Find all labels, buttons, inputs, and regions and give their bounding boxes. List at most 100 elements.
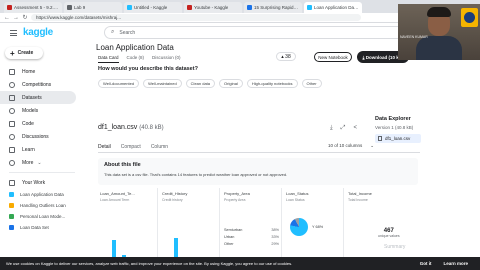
back-icon[interactable]: ←	[4, 15, 10, 21]
forward-icon[interactable]: →	[13, 15, 19, 21]
menu-icon[interactable]	[10, 30, 17, 36]
discussion-icon	[9, 133, 15, 140]
your-work-icon	[9, 179, 15, 186]
search-icon: ⌕	[111, 29, 115, 35]
browser-tab[interactable]: Assessment 5 - 9.2.2 Laboratorio	[4, 2, 62, 13]
tab-title: 15 Surprising Rapid Motor Cars	[254, 5, 299, 10]
tab-favicon-icon	[7, 5, 12, 10]
search-input[interactable]: ⌕ Search	[104, 26, 410, 39]
expand-icon[interactable]: ⤢	[341, 125, 346, 132]
explorer-title: Data Explorer	[375, 116, 411, 122]
tab-code[interactable]: Code (8)	[127, 55, 145, 63]
vote-control[interactable]: ▴ 38	[276, 52, 296, 61]
category-name: Semiurban	[224, 228, 243, 232]
column-name: Loan_Amount_Te...	[100, 191, 135, 196]
learn-icon	[9, 146, 15, 153]
sidebar-item-label: Models	[22, 107, 39, 114]
sidebar-item-label: Your Work	[22, 179, 46, 186]
explorer-file-item[interactable]: df1_loan.csv	[375, 134, 421, 143]
tab-discussion[interactable]: Discussion (0)	[152, 55, 181, 63]
webcam-caption: NAVEEN KUMAR	[400, 35, 428, 39]
browser-tab[interactable]: Untitled - Kaggle	[124, 2, 182, 13]
table-icon	[9, 94, 15, 101]
trophy-icon	[9, 81, 15, 88]
feedback-chip[interactable]: Well-maintained	[143, 79, 182, 88]
recent-item-icon	[9, 225, 14, 230]
tab-title: Assessment 5 - 9.2.2 Laboratorio	[14, 5, 59, 10]
feedback-chips: Well-documented Well-maintained Clean data…	[98, 79, 326, 88]
tab-data[interactable]: Data Card	[98, 55, 119, 63]
column-selector[interactable]: 10 of 10 columns ⌄	[320, 143, 374, 149]
tab-favicon-icon	[67, 5, 72, 10]
sidebar-item-competitions[interactable]: Competitions	[0, 78, 80, 91]
sidebar-item-label: Learn	[22, 146, 35, 153]
tab-favicon-icon	[307, 5, 312, 10]
sidebar-item-datasets[interactable]: Datasets	[0, 91, 76, 104]
collapse-icon[interactable]: <	[353, 125, 357, 132]
browser-tab[interactable]: Youtube - Kaggle	[184, 2, 242, 13]
sidebar-item-home[interactable]: Home	[0, 65, 80, 78]
url-field[interactable]: https://www.kaggle.com/datasets/mishraj.…	[31, 14, 361, 21]
recent-item-label: Personal Loan Mode...	[20, 214, 66, 219]
chevron-down-icon: ⌄	[370, 143, 375, 148]
sidebar-item-your-work[interactable]: Your Work	[0, 176, 80, 189]
sidebar-item-models[interactable]: Models	[0, 104, 80, 117]
home-icon	[9, 68, 15, 75]
vote-count: 38	[285, 53, 291, 60]
recent-item-icon	[9, 192, 14, 197]
sidebar-item-label: Competitions	[22, 81, 52, 88]
person-hair	[427, 7, 451, 17]
feedback-chip[interactable]: Well-documented	[98, 79, 140, 88]
pie-chart	[290, 218, 308, 236]
tab-title: Youtube - Kaggle	[194, 5, 229, 10]
cookie-ok-button[interactable]: Got it	[420, 261, 432, 266]
category-row: Other 29%	[224, 242, 279, 246]
reload-icon[interactable]: ↻	[22, 15, 28, 21]
cookie-banner: We use cookies on Kaggle to deliver our …	[0, 257, 480, 270]
summary-label[interactable]: Summary	[384, 244, 405, 250]
column-description: Loan Amount Term	[100, 198, 130, 202]
models-icon	[9, 107, 15, 114]
sidebar-item-code[interactable]: Code	[0, 117, 80, 130]
cookie-learn-more-link[interactable]: Learn more	[443, 261, 468, 266]
webcam-overlay: NAVEEN KUMAR	[398, 4, 480, 60]
recent-item[interactable]: Loan Data Set	[0, 222, 80, 233]
feedback-chip[interactable]: Original	[219, 79, 243, 88]
sidebar-item-label: More	[22, 159, 34, 166]
recent-item[interactable]: Loan Application Data	[0, 189, 80, 200]
category-name: Other	[224, 242, 234, 246]
sidebar-item-learn[interactable]: Learn	[0, 143, 80, 156]
tab-favicon-icon	[187, 5, 192, 10]
upvote-button[interactable]: ▴ 38	[276, 52, 296, 61]
file-title: df1_loan.csv (40.8 kB)	[98, 124, 164, 131]
recent-item-label: Loan Data Set	[20, 225, 49, 230]
create-label: Create	[17, 50, 34, 56]
version-label[interactable]: Version 1 (40.8 kB)	[375, 125, 475, 130]
column-name: Total_Income	[348, 191, 372, 196]
explorer-file-name: df1_loan.csv	[385, 136, 411, 141]
create-button[interactable]: + Create	[5, 47, 43, 59]
sidebar-item-more[interactable]: More ⌄	[0, 156, 80, 169]
feedback-chip[interactable]: Clean data	[185, 79, 216, 88]
recent-item[interactable]: Handling Outliers Loan	[0, 200, 80, 211]
browser-tab[interactable]: Loan Application Data | Kaggle	[304, 2, 362, 13]
kaggle-logo[interactable]: kaggle	[23, 27, 53, 38]
column-name: Loan_Status	[286, 191, 309, 196]
more-icon	[9, 159, 15, 166]
cookie-message: We use cookies on Kaggle to deliver our …	[6, 261, 293, 266]
about-text: This data set is a csv file. That's cont…	[104, 172, 288, 177]
download-file-icon[interactable]: ⤓	[330, 125, 333, 132]
browser-tab[interactable]: Lab 9	[64, 2, 122, 13]
code-icon	[9, 120, 15, 127]
browser-tab[interactable]: 15 Surprising Rapid Motor Cars	[244, 2, 302, 13]
new-notebook-button[interactable]: New Notebook	[314, 52, 352, 62]
search-placeholder: Search	[119, 29, 136, 36]
sidebar-item-discussions[interactable]: Discussions	[0, 130, 80, 143]
wall-badge	[461, 8, 478, 27]
feedback-chip[interactable]: Other	[301, 79, 322, 88]
unique-count: 467 unique values	[378, 228, 400, 238]
column-description: Total Income	[348, 198, 368, 202]
recent-item[interactable]: Personal Loan Mode...	[0, 211, 80, 222]
feedback-chip[interactable]: High-quality notebooks	[246, 79, 298, 88]
column-description: Property Area	[224, 198, 246, 202]
